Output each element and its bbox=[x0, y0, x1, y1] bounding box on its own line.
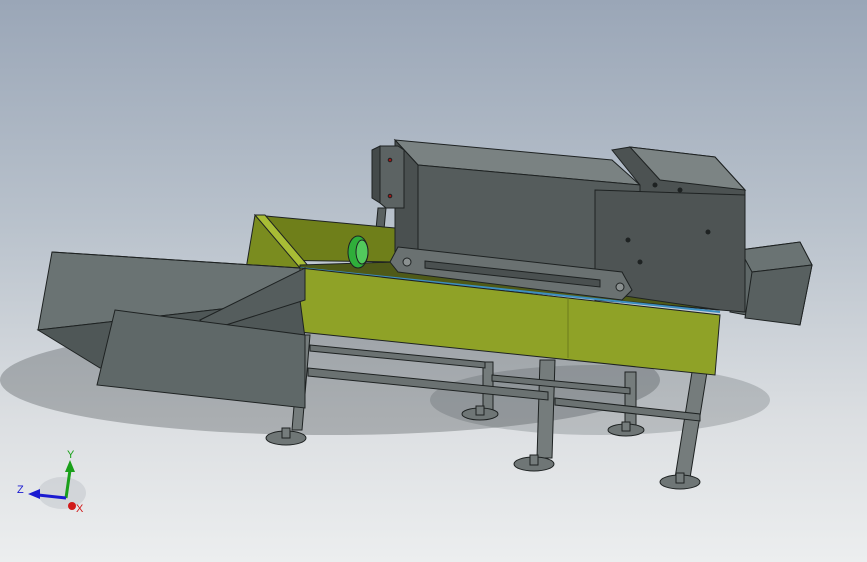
feed-roller bbox=[347, 235, 369, 269]
x-axis-dot-icon bbox=[68, 502, 76, 510]
z-axis-arrow-icon bbox=[28, 489, 40, 499]
coordinate-triad[interactable]: Y Z X bbox=[17, 449, 86, 515]
z-axis-label: Z bbox=[17, 484, 24, 496]
y-axis-arrow-icon bbox=[65, 460, 75, 472]
x-axis-label: X bbox=[76, 503, 84, 515]
3d-model-viewport[interactable]: Y Z X bbox=[0, 0, 867, 562]
y-axis-label: Y bbox=[67, 449, 75, 461]
